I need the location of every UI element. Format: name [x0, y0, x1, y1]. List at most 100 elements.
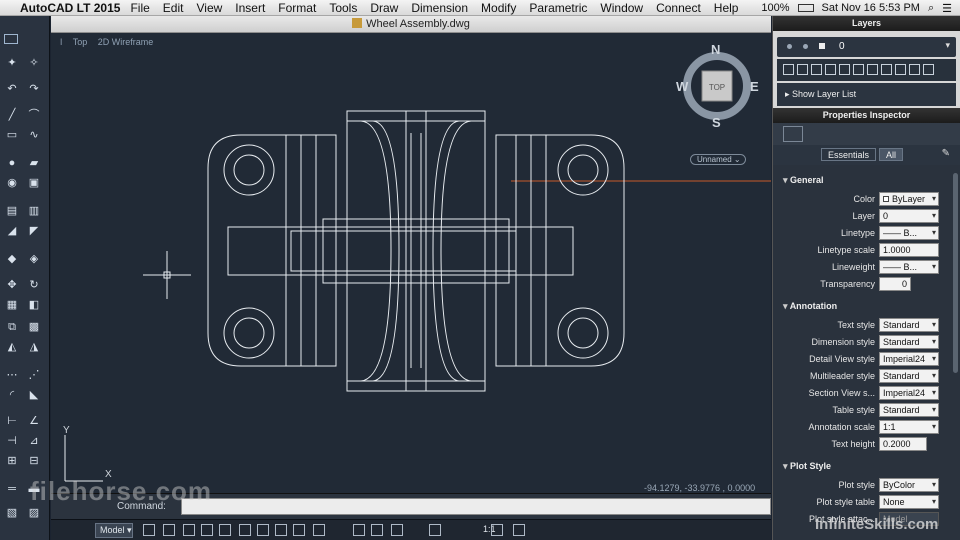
command-input[interactable]	[181, 498, 771, 515]
detail-view-style-field[interactable]: Imperial24 ▾	[879, 352, 939, 366]
circle-icon[interactable]: ●	[4, 156, 20, 170]
general-section-header[interactable]: General	[783, 175, 824, 186]
plot-style-field[interactable]: ByColor ▾	[879, 478, 939, 492]
layer-properties-icon[interactable]	[783, 64, 794, 75]
menu-view[interactable]: View	[196, 1, 222, 15]
compass-south[interactable]: S	[712, 115, 721, 130]
bolt-hole-bottom-left[interactable]	[223, 307, 275, 359]
polyline-icon[interactable]: ⌒	[26, 108, 42, 122]
object-properties-tab-icon[interactable]	[783, 126, 803, 142]
spline-icon[interactable]: ∿	[26, 128, 42, 142]
new-layer-icon[interactable]	[797, 64, 808, 75]
color-field[interactable]: ByLayer ▾	[879, 192, 939, 206]
essentials-button[interactable]: Essentials	[821, 148, 877, 161]
menu-insert[interactable]: Insert	[235, 1, 265, 15]
text-style-field[interactable]: Standard ▾	[879, 318, 939, 332]
spotlight-search-icon[interactable]: ⌕	[928, 2, 934, 15]
bolt-hole-bottom-left-inner[interactable]	[233, 317, 265, 349]
polar-icon[interactable]	[201, 524, 213, 536]
measure-icon[interactable]: ═	[4, 482, 20, 496]
chevron-down-icon[interactable]: ▾	[945, 40, 950, 51]
ortho-icon[interactable]	[183, 524, 195, 536]
move-icon[interactable]: ✥	[4, 278, 20, 292]
quick-select-icon[interactable]: ✎	[942, 148, 950, 159]
text-icon[interactable]: ◢	[4, 224, 20, 238]
point-icon[interactable]: ✦	[4, 56, 20, 70]
block-icon[interactable]: ▤	[4, 204, 20, 218]
linetype-field[interactable]: —— B... ▾	[879, 226, 939, 240]
quick-properties-icon[interactable]	[313, 524, 325, 536]
app-menu[interactable]: AutoCAD LT 2015	[20, 1, 120, 15]
palette-toggle-icon[interactable]	[4, 34, 18, 44]
angular-dimension-icon[interactable]: ∠	[26, 414, 42, 428]
menu-window[interactable]: Window	[600, 1, 643, 15]
dimension-icon[interactable]: ⊢	[4, 414, 20, 428]
match-properties-icon[interactable]: ▨	[26, 506, 42, 520]
menu-parametric[interactable]: Parametric	[529, 1, 587, 15]
text-height-field[interactable]: 0.2000	[879, 437, 927, 451]
show-layer-list[interactable]: ▸ Show Layer List	[777, 83, 956, 106]
linetype-scale-field[interactable]: 1.0000	[879, 243, 939, 257]
copy-icon[interactable]: ▦	[4, 298, 20, 312]
table-icon[interactable]: ⊞	[4, 454, 20, 468]
layer-delete-icon[interactable]	[923, 64, 934, 75]
layer-selector[interactable]: 0 ▾	[777, 37, 956, 57]
model-tab[interactable]: Model ▾	[95, 523, 133, 538]
dynamic-input-icon[interactable]	[275, 524, 287, 536]
menu-tools[interactable]: Tools	[329, 1, 357, 15]
clock[interactable]: Sat Nov 16 5:53 PM	[822, 2, 920, 14]
properties-scrollbar[interactable]	[953, 173, 958, 373]
axle-hub[interactable]	[290, 230, 517, 272]
chamfer-icon[interactable]: ◣	[26, 388, 42, 402]
annotation-visibility-icon[interactable]	[491, 524, 503, 536]
pan-icon[interactable]	[353, 524, 365, 536]
auto-scale-icon[interactable]	[513, 524, 525, 536]
ucs-menu[interactable]: Unnamed ⌄	[690, 154, 746, 165]
layer-freeze-tool-icon[interactable]	[881, 64, 892, 75]
compass-west[interactable]: W	[676, 79, 688, 94]
bearing-housing[interactable]	[322, 218, 510, 284]
right-mounting-plate[interactable]	[495, 134, 625, 367]
bolt-hole-top-left[interactable]	[223, 144, 275, 196]
wheel-outline[interactable]	[346, 110, 486, 392]
left-mounting-plate[interactable]	[207, 134, 337, 367]
table-style-field[interactable]: Standard ▾	[879, 403, 939, 417]
annotation-section-header[interactable]: Annotation	[783, 301, 838, 312]
battery-status[interactable]: 100%	[761, 2, 789, 14]
region-icon[interactable]: ▣	[26, 176, 42, 190]
layer-freeze-icon[interactable]	[803, 44, 808, 49]
lineweight-field[interactable]: —— B... ▾	[879, 260, 939, 274]
stretch-icon[interactable]: ◮	[26, 340, 42, 354]
offset-icon[interactable]: ⧉	[4, 320, 20, 334]
lineweight-icon[interactable]	[293, 524, 305, 536]
undo-icon[interactable]: ↶	[4, 82, 20, 96]
menu-edit[interactable]: Edit	[163, 1, 184, 15]
all-button[interactable]: All	[879, 148, 904, 161]
osnap-icon[interactable]	[219, 524, 231, 536]
fillet-icon[interactable]: ◜	[4, 388, 20, 402]
bolt-hole-top-right[interactable]	[557, 144, 609, 196]
redo-icon[interactable]: ↷	[26, 82, 42, 96]
axle[interactable]	[227, 226, 574, 276]
bolt-hole-top-left-inner[interactable]	[233, 154, 265, 186]
erase-icon[interactable]: ◆	[4, 252, 20, 266]
grid-icon[interactable]	[163, 524, 175, 536]
hatch-icon[interactable]: ▰	[26, 156, 42, 170]
layers-tab-icon[interactable]	[809, 126, 829, 142]
leader-icon[interactable]: ◤	[26, 224, 42, 238]
layer-previous-icon[interactable]	[825, 64, 836, 75]
extend-icon[interactable]: ⋰	[26, 368, 42, 382]
layer-off-icon[interactable]	[867, 64, 878, 75]
zoom-icon[interactable]	[371, 524, 383, 536]
ellipse-icon[interactable]: ◉	[4, 176, 20, 190]
section-view-style-field[interactable]: Imperial24 ▾	[879, 386, 939, 400]
layer-color-icon[interactable]	[819, 43, 825, 49]
menu-modify[interactable]: Modify	[481, 1, 516, 15]
annotation-icon[interactable]	[429, 524, 441, 536]
multileader-style-field[interactable]: Standard ▾	[879, 369, 939, 383]
radius-dimension-icon[interactable]: ⊿	[26, 434, 42, 448]
sketch-icon[interactable]: ✧	[26, 56, 42, 70]
menu-format[interactable]: Format	[278, 1, 316, 15]
menu-file[interactable]: File	[130, 1, 149, 15]
array-icon[interactable]: ▩	[26, 320, 42, 334]
